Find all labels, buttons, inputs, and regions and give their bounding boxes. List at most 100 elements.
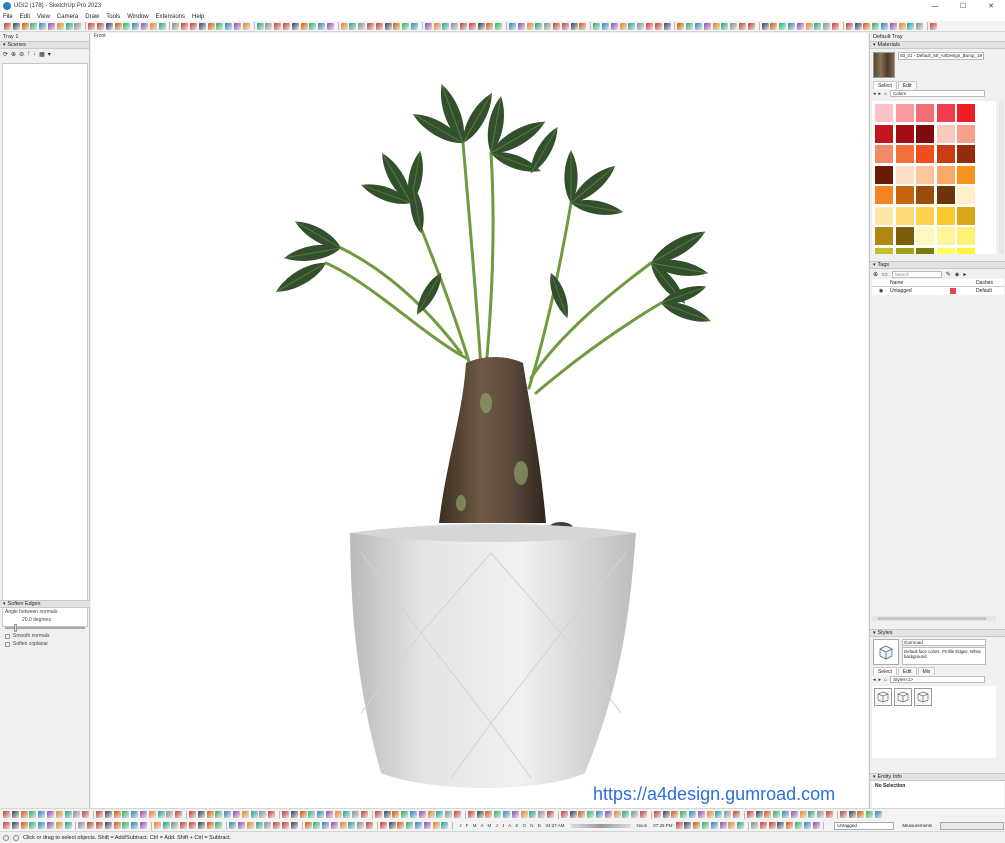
color-swatch[interactable]	[875, 206, 893, 225]
tool-icon[interactable]	[259, 811, 267, 818]
details-icon[interactable]: ▾	[48, 51, 51, 58]
tool-icon[interactable]	[207, 22, 215, 30]
tool-icon[interactable]	[309, 22, 317, 30]
tool-icon[interactable]	[375, 22, 383, 30]
color-swatch[interactable]	[936, 104, 955, 122]
tool-icon[interactable]	[374, 811, 382, 818]
tool-icon[interactable]	[281, 822, 289, 829]
tool-icon[interactable]	[3, 811, 10, 818]
tool-icon[interactable]	[808, 811, 816, 818]
info-icon[interactable]	[13, 834, 19, 841]
tool-icon[interactable]	[334, 811, 342, 818]
tags-scrollbar[interactable]	[872, 616, 996, 621]
tool-icon[interactable]	[602, 22, 609, 30]
tool-icon[interactable]	[628, 22, 636, 30]
tool-icon[interactable]	[759, 822, 767, 829]
tool-icon[interactable]	[39, 22, 47, 30]
tool-icon[interactable]	[703, 22, 711, 30]
tool-icon[interactable]	[639, 811, 647, 818]
menu-edit[interactable]: Edit	[20, 14, 30, 20]
geo-location-icon[interactable]	[3, 834, 9, 841]
tool-icon[interactable]	[215, 811, 223, 818]
tool-icon[interactable]	[719, 822, 727, 829]
tool-icon[interactable]	[645, 22, 653, 30]
color-swatch[interactable]	[895, 186, 914, 204]
tool-icon[interactable]	[777, 822, 785, 829]
color-swatch[interactable]	[957, 104, 975, 122]
tool-icon[interactable]	[898, 22, 906, 30]
tool-icon[interactable]	[132, 22, 140, 30]
tool-icon[interactable]	[786, 822, 794, 829]
tool-icon[interactable]	[299, 811, 307, 818]
tool-icon[interactable]	[56, 22, 64, 30]
color-swatch[interactable]	[936, 186, 955, 204]
add-tag-icon[interactable]: ⊕	[873, 271, 878, 278]
tool-icon[interactable]	[427, 811, 435, 818]
tool-icon[interactable]	[171, 822, 179, 829]
tool-icon[interactable]	[706, 811, 714, 818]
menu-view[interactable]: View	[37, 14, 50, 20]
tool-icon[interactable]	[663, 22, 671, 30]
tool-icon[interactable]	[671, 811, 679, 818]
tool-icon[interactable]	[817, 811, 825, 818]
tool-icon[interactable]	[486, 22, 494, 30]
menu-tools[interactable]: Tools	[106, 14, 120, 20]
color-swatch[interactable]	[916, 227, 934, 245]
tool-icon[interactable]	[206, 811, 214, 818]
tool-icon[interactable]	[418, 811, 426, 818]
forward-icon[interactable]: ▸	[879, 677, 882, 683]
tool-icon[interactable]	[761, 22, 769, 30]
tool-icon[interactable]	[468, 22, 476, 30]
menu-draw[interactable]: Draw	[85, 14, 99, 20]
tool-icon[interactable]	[454, 811, 462, 818]
tool-icon[interactable]	[680, 811, 688, 818]
tool-icon[interactable]	[322, 822, 330, 829]
tool-icon[interactable]	[476, 811, 484, 818]
tool-icon[interactable]	[153, 822, 161, 829]
tool-icon[interactable]	[779, 22, 787, 30]
style-item[interactable]	[894, 688, 912, 706]
color-swatch[interactable]	[875, 145, 893, 163]
scenes-panel-header[interactable]: ▾ Scenes	[0, 41, 89, 49]
tool-icon[interactable]	[445, 811, 453, 818]
tool-icon[interactable]	[104, 811, 112, 818]
tool-icon[interactable]	[233, 22, 241, 30]
tool-icon[interactable]	[544, 22, 552, 30]
color-swatch[interactable]	[936, 145, 955, 163]
tool-icon[interactable]	[216, 22, 224, 30]
tool-icon[interactable]	[730, 22, 738, 30]
tool-icon[interactable]	[653, 811, 661, 818]
tool-icon[interactable]	[848, 811, 856, 818]
tool-icon[interactable]	[290, 822, 298, 829]
minimize-button[interactable]: —	[921, 0, 949, 12]
style-description[interactable]: Default face colors. Profile Edges. Whit…	[902, 647, 986, 665]
tool-icon[interactable]	[845, 22, 853, 30]
tool-icon[interactable]	[631, 811, 639, 818]
tool-icon[interactable]	[688, 811, 696, 818]
tool-icon[interactable]	[451, 22, 459, 30]
tab-edit[interactable]: Edit	[897, 667, 917, 675]
tool-icon[interactable]	[172, 22, 180, 30]
tags-header[interactable]: ▾ Tags	[870, 261, 1005, 269]
tool-icon[interactable]	[325, 811, 333, 818]
tool-icon[interactable]	[30, 22, 38, 30]
tool-icon[interactable]	[401, 811, 409, 818]
style-name-field[interactable]: Gumroad	[902, 639, 986, 646]
smooth-normals-option[interactable]: Smooth normals	[0, 632, 90, 640]
tool-icon[interactable]	[916, 22, 924, 30]
tag-color-swatch[interactable]	[950, 288, 956, 294]
color-swatch[interactable]	[936, 227, 955, 245]
tool-icon[interactable]	[812, 822, 820, 829]
materials-scrollbar[interactable]	[999, 101, 1004, 254]
tool-icon[interactable]	[232, 811, 240, 818]
tool-icon[interactable]	[88, 22, 96, 30]
scenes-list[interactable]	[2, 63, 88, 627]
tool-icon[interactable]	[224, 811, 232, 818]
tool-icon[interactable]	[569, 811, 577, 818]
tool-icon[interactable]	[282, 22, 290, 30]
tool-icon[interactable]	[340, 22, 348, 30]
color-swatch[interactable]	[916, 145, 934, 163]
tool-icon[interactable]	[503, 811, 511, 818]
tool-icon[interactable]	[21, 22, 29, 30]
tool-icon[interactable]	[104, 822, 112, 829]
